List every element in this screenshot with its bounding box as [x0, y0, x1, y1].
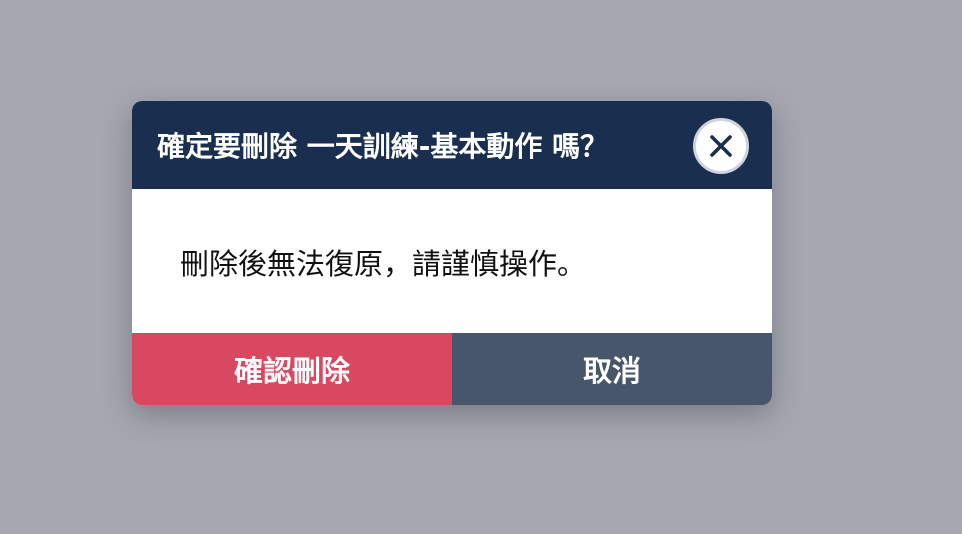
dialog-body: 刪除後無法復原，請謹慎操作。 — [132, 189, 772, 333]
delete-confirm-dialog: 確定要刪除 一天訓練-基本動作 嗎？ 刪除後無法復原，請謹慎操作。 確認刪除 取… — [132, 101, 772, 405]
cancel-button[interactable]: 取消 — [452, 333, 772, 405]
close-icon — [710, 135, 732, 157]
confirm-delete-button[interactable]: 確認刪除 — [132, 333, 452, 405]
close-button[interactable] — [693, 118, 749, 174]
dialog-header: 確定要刪除 一天訓練-基本動作 嗎？ — [132, 101, 772, 189]
dialog-footer: 確認刪除 取消 — [132, 333, 772, 405]
dialog-title: 確定要刪除 一天訓練-基本動作 嗎？ — [157, 130, 609, 163]
dialog-message: 刪除後無法復原，請謹慎操作。 — [180, 247, 587, 281]
